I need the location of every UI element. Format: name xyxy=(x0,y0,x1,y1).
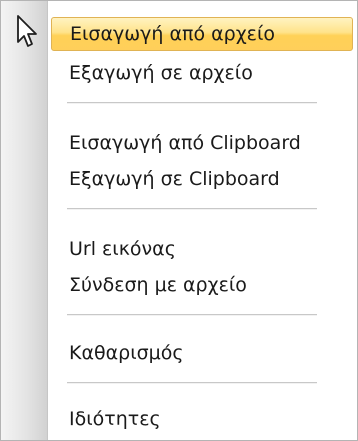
menu-separator xyxy=(67,382,317,384)
arrow-cursor-icon xyxy=(17,15,37,47)
menu-item-label: Σύνδεση με αρχείο xyxy=(69,274,247,296)
menu-item-label: Εισαγωγή από αρχείο xyxy=(70,23,275,45)
menu-item-label: Καθαρισμός xyxy=(69,342,184,364)
menu-item-clear[interactable]: Καθαρισμός xyxy=(57,337,347,369)
menu-item-export-to-file[interactable]: Εξαγωγή σε αρχείο xyxy=(57,57,347,89)
menu-icon-gutter xyxy=(1,1,48,440)
menu-item-import-from-clipboard[interactable]: Εισαγωγή από Clipboard xyxy=(57,127,347,159)
context-menu: Εισαγωγή από αρχείο Εξαγωγή σε αρχείο Ει… xyxy=(0,0,358,441)
menu-item-label: Ιδιότητες xyxy=(69,408,161,430)
menu-item-export-to-clipboard[interactable]: Εξαγωγή σε Clipboard xyxy=(57,163,347,195)
menu-item-label: Εξαγωγή σε αρχείο xyxy=(69,62,253,84)
menu-item-label: Εξαγωγή σε Clipboard xyxy=(69,168,280,190)
menu-item-image-url[interactable]: Url εικόνας xyxy=(57,233,347,265)
menu-separator xyxy=(67,208,317,210)
menu-separator xyxy=(67,314,317,316)
menu-separator xyxy=(67,102,317,104)
menu-item-label: Εισαγωγή από Clipboard xyxy=(69,132,301,154)
menu-item-properties[interactable]: Ιδιότητες xyxy=(57,403,347,435)
menu-item-label: Url εικόνας xyxy=(69,238,176,260)
menu-item-import-from-file[interactable]: Εισαγωγή από αρχείο xyxy=(51,17,353,51)
menu-item-link-to-file[interactable]: Σύνδεση με αρχείο xyxy=(57,269,347,301)
